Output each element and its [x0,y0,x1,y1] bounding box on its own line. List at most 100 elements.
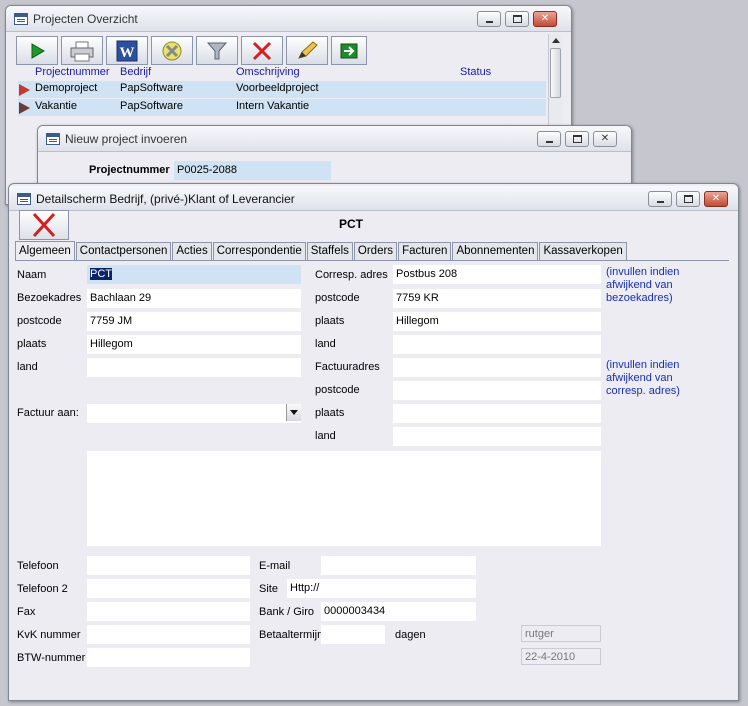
bezoekadres-field[interactable]: Bachlaan 29 [87,289,301,308]
factuur-plaats-label: plaats [315,407,345,419]
factuur-note: (invullen indien afwijkend van corresp. … [606,359,680,398]
table-row[interactable]: Vakantie PapSoftware Intern Vakantie [18,99,546,116]
corresp-land-field[interactable] [393,335,601,354]
betaaltermijn-label: Betaaltermijn [259,629,324,641]
exit-button[interactable] [331,36,367,65]
telefoon2-label: Telefoon 2 [17,583,68,595]
kvk-label: KvK nummer [17,629,81,641]
projectnummer-label: Projectnummer [89,164,170,176]
projectnummer-field[interactable]: P0025-2088 [174,161,331,180]
minimize-button[interactable] [537,131,561,147]
play-button[interactable] [16,36,58,65]
tab-strip: Algemeen Contactpersonen Acties Correspo… [15,241,628,260]
cell-bedrijf: PapSoftware [120,100,183,112]
chevron-down-icon[interactable] [286,404,301,421]
tab-orders[interactable]: Orders [353,242,398,260]
email-field[interactable] [321,556,476,575]
factuur-postcode-label: postcode [315,384,360,396]
scroll-thumb[interactable] [550,48,561,98]
tab-abonnementen[interactable]: Abonnementen [452,242,539,260]
filter-icon [206,42,228,59]
betaaltermijn-field[interactable] [321,625,385,644]
naam-value: PCT [90,268,112,280]
factuuradres-field[interactable] [393,358,601,377]
land-label: land [17,361,38,373]
tab-staffels[interactable]: Staffels [306,242,353,260]
fax-field[interactable] [87,602,250,621]
note-line: (invullen indien [606,359,680,371]
form-icon [17,193,31,205]
delete-button[interactable] [241,36,283,65]
tab-contactpersonen[interactable]: Contactpersonen [75,242,172,260]
factuur-postcode-field[interactable] [393,381,601,400]
factuur-land-field[interactable] [393,427,601,446]
corresp-land-label: land [315,338,336,350]
edit-button[interactable] [286,36,328,65]
tab-kassaverkopen[interactable]: Kassaverkopen [539,242,627,260]
tab-correspondentie[interactable]: Correspondentie [212,242,306,260]
minimize-button[interactable] [648,191,672,207]
clear-filter-button[interactable] [151,36,193,65]
scroll-up-icon[interactable] [552,38,560,43]
close-button[interactable]: ✕ [704,191,728,207]
factuur-plaats-field[interactable] [393,404,601,423]
maximize-button[interactable] [505,11,529,27]
word-button[interactable]: W [106,36,148,65]
column-header-projectnummer[interactable]: Projectnummer [35,66,110,78]
site-label: Site [259,583,278,595]
postcode-field[interactable]: 7759 JM [87,312,301,331]
telefoon-field[interactable] [87,556,250,575]
naam-label: Naam [17,269,47,281]
algemeen-panel: Naam PCT Bezoekadres Bachlaan 29 postcod… [15,260,729,698]
btw-label: BTW-nummer [17,652,86,664]
column-header-omschrijving[interactable]: Omschrijving [236,66,300,78]
corresp-plaats-label: plaats [315,315,345,327]
bezoekadres-label: Bezoekadres [17,292,82,304]
telefoon2-field[interactable] [87,579,250,598]
column-header-status[interactable]: Status [460,66,491,78]
form-icon [14,13,28,25]
corresp-plaats-field[interactable]: Hillegom [393,312,601,331]
window-title: Nieuw project invoeren [65,132,188,146]
cell-bedrijf: PapSoftware [120,82,183,94]
close-button[interactable]: ✕ [533,11,557,27]
plaats-label: plaats [17,338,47,350]
title-bar: Projecten Overzicht ✕ [6,6,571,32]
current-record-arrow-icon [19,84,30,96]
maximize-button[interactable] [565,131,589,147]
minimize-button[interactable] [477,11,501,27]
note-line: afwijkend van [606,279,673,291]
note-line: (invullen indien [606,266,680,278]
plaats-field[interactable]: Hillegom [87,335,301,354]
table-row[interactable]: Demoproject PapSoftware Voorbeeldproject [18,81,546,98]
tab-algemeen[interactable]: Algemeen [15,241,75,260]
tab-facturen[interactable]: Facturen [398,242,452,260]
delete-x-icon [252,41,272,60]
memo-area[interactable] [87,451,601,546]
filter-button[interactable] [196,36,238,65]
svg-text:W: W [120,45,135,61]
print-button[interactable] [61,36,103,65]
kvk-field[interactable] [87,625,250,644]
btw-field[interactable] [87,648,250,667]
list-header: Projectnummer Bedrijf Omschrijving Statu… [6,65,546,80]
factuur-aan-dropdown[interactable] [87,404,301,423]
land-field[interactable] [87,358,301,377]
site-field[interactable]: Http:// [287,579,476,598]
close-button[interactable]: ✕ [593,131,617,147]
corresp-postcode-label: postcode [315,292,360,304]
fax-label: Fax [17,606,36,618]
edit-pencil-icon [298,40,318,59]
delete-record-button[interactable] [19,210,69,240]
word-icon: W [116,40,138,61]
maximize-button[interactable] [676,191,700,207]
corresp-adres-field[interactable]: Postbus 208 [393,265,601,284]
naam-field[interactable]: PCT [87,265,301,284]
tab-acties[interactable]: Acties [172,242,212,260]
printer-icon [70,41,94,61]
corresp-postcode-field[interactable]: 7759 KR [393,289,601,308]
filter-clear-icon [162,41,182,60]
column-header-bedrijf[interactable]: Bedrijf [120,66,151,78]
bank-field[interactable]: 0000003434 [321,602,476,621]
cell-projectnummer: Demoproject [35,82,98,94]
